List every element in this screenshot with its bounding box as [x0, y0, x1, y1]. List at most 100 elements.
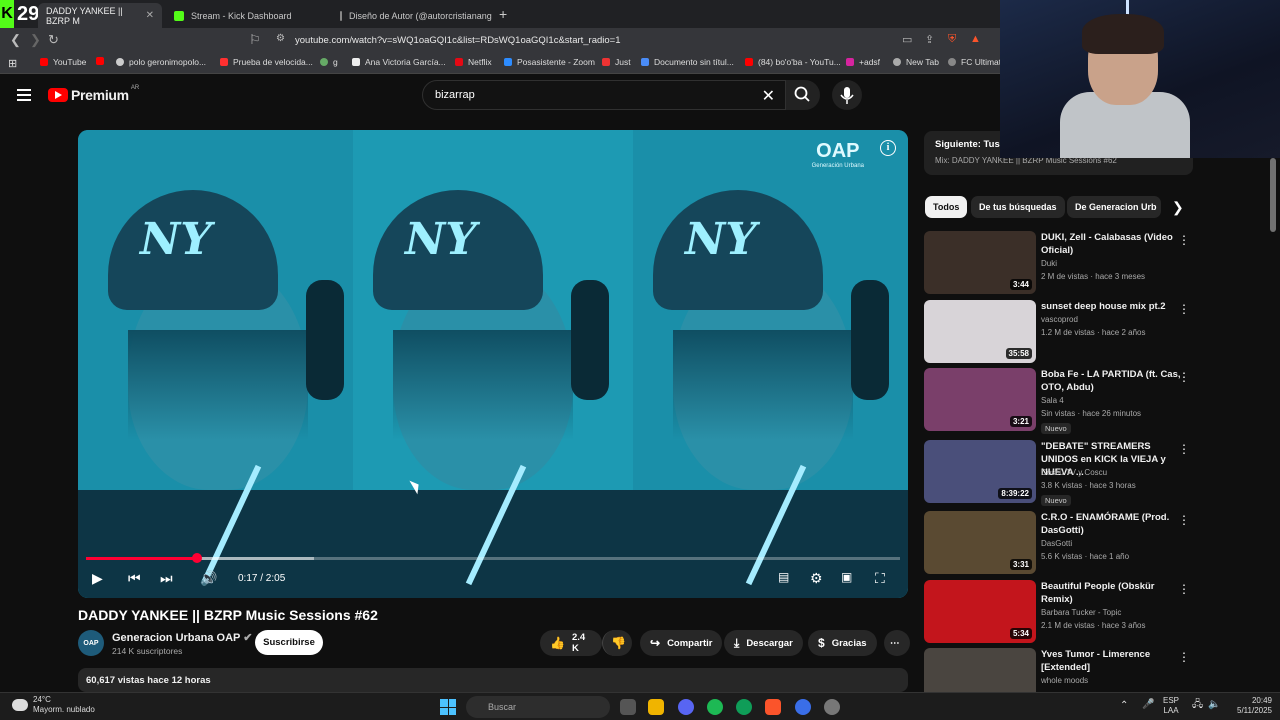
weather-widget[interactable]: 24°C Mayorm. nublado [12, 695, 95, 715]
url-field[interactable]: ⚙ youtube.com/watch?v=sWQ1oaGQI1c&list=R… [270, 30, 990, 50]
recommendation-channel[interactable]: Sala 4 [1041, 396, 1064, 405]
network-icon[interactable]: 🖧 [1192, 700, 1203, 710]
page-scrollbar[interactable] [1270, 158, 1276, 232]
recommendation-channel[interactable]: DasGotti [1041, 539, 1072, 548]
recommendation-item[interactable]: 8:39:22 "DEBATE" STREAMERS UNIDOS en KICK… [924, 440, 1194, 506]
bookmark-item[interactable]: g [320, 57, 338, 67]
bookmark-item[interactable] [96, 57, 115, 65]
recommendation-item[interactable]: 5:34 Beautiful People (Obskür Remix) Barba… [924, 580, 1194, 644]
bookmark-item[interactable]: Ana Victoria García... [352, 57, 446, 67]
clear-search-icon[interactable]: ✕ [762, 86, 775, 106]
file-explorer-icon[interactable] [648, 699, 664, 715]
forward-icon[interactable]: ❯ [30, 32, 41, 48]
chip-all[interactable]: Todos [925, 196, 968, 218]
cast-icon[interactable]: ▭ [902, 33, 912, 46]
video-thumbnail[interactable]: 5:34 [924, 580, 1036, 643]
tab-kick-dashboard[interactable]: Stream - Kick Dashboard [166, 3, 326, 28]
recommendation-channel[interactable]: Barbara Tucker - Topic [1041, 608, 1121, 617]
recommendation-title[interactable]: sunset deep house mix pt.2 [1041, 300, 1181, 313]
channel-avatar[interactable]: OAP [78, 630, 104, 656]
recommendation-channel[interactable]: Coscu TV y Coscu [1041, 468, 1107, 477]
language-indicator[interactable]: ESP LAA [1163, 696, 1179, 716]
channel-name[interactable]: Generacion Urbana OAP ✔ [112, 631, 252, 644]
more-options-icon[interactable]: ⋮ [1178, 370, 1190, 384]
voice-search-button[interactable] [832, 80, 862, 110]
site-settings-icon[interactable]: ⚙ [276, 33, 285, 44]
app-icon[interactable] [736, 699, 752, 715]
brave-browser-icon[interactable] [765, 699, 781, 715]
recommendation-title[interactable]: Boba Fe - LA PARTIDA (ft. Cas, OTO, Abdu… [1041, 368, 1181, 394]
more-options-icon[interactable]: ⋮ [1178, 582, 1190, 596]
discord-icon[interactable] [678, 699, 694, 715]
brave-rewards-icon[interactable]: ▲ [970, 33, 981, 45]
search-button[interactable] [786, 80, 820, 110]
volume-icon[interactable]: 🔊 [200, 570, 217, 587]
clock[interactable]: 20:49 5/11/2025 [1228, 696, 1272, 716]
like-button[interactable]: 👍 2.4 K [540, 630, 602, 656]
settings-icon[interactable]: ⚙ [810, 570, 823, 587]
more-options-icon[interactable]: ⋮ [1178, 650, 1190, 664]
tray-overflow-icon[interactable]: ⌃ [1120, 701, 1128, 711]
next-icon[interactable]: ⏭ [160, 570, 173, 587]
video-player[interactable]: NY NY NY OAP Generación Urbana i ▶ ⏮ ⏭ 🔊… [78, 130, 908, 598]
spotify-icon[interactable] [707, 699, 723, 715]
bookmark-icon[interactable]: ⚐ [249, 32, 261, 48]
recommendation-item[interactable]: 3:31 C.R.O - ENAMÓRAME (Prod. DasGotti) Da… [924, 511, 1194, 575]
recommendation-channel[interactable]: whole moods [1041, 676, 1088, 685]
reload-icon[interactable]: ↻ [48, 32, 59, 48]
download-button[interactable]: ⤓ Descargar [724, 630, 803, 656]
app-icon[interactable] [795, 699, 811, 715]
brave-shield-icon[interactable]: ⛨ [948, 33, 956, 46]
recommendation-title[interactable]: DUKI, Zell - Calabasas (Video Oficial) [1041, 231, 1181, 257]
recommendation-item[interactable]: 35:58 sunset deep house mix pt.2 vascoprod… [924, 300, 1194, 364]
video-thumbnail[interactable]: 8:39:22 [924, 440, 1036, 503]
more-actions-button[interactable]: ⋯ [884, 630, 910, 656]
share-button[interactable]: ↪ Compartir [640, 630, 723, 656]
video-thumbnail[interactable]: 3:31 [924, 511, 1036, 574]
app-icon[interactable] [824, 699, 840, 715]
progress-bar[interactable] [86, 553, 900, 563]
bookmark-item[interactable]: Just [602, 57, 631, 67]
hamburger-menu-icon[interactable] [17, 89, 31, 101]
bookmark-item[interactable]: Netflix [455, 57, 492, 67]
miniplayer-icon[interactable]: ▣ [841, 570, 852, 584]
chip-from-searches[interactable]: De tus búsquedas [971, 196, 1065, 218]
bookmark-item[interactable]: Prueba de velocida... [220, 57, 313, 67]
bookmark-item[interactable]: YouTube [40, 57, 86, 67]
bookmark-item[interactable]: polo geronimopolo... [116, 57, 206, 67]
video-thumbnail[interactable]: 3:44 [924, 231, 1036, 294]
bookmark-item[interactable]: (84) bo'o'ba - YouTu... [745, 57, 841, 67]
thanks-button[interactable]: $ Gracias [808, 630, 877, 656]
recommendation-title[interactable]: Beautiful People (Obskür Remix) [1041, 580, 1181, 606]
bookmark-item[interactable]: Documento sin títul... [641, 57, 734, 67]
windows-start-icon[interactable] [440, 699, 456, 715]
progress-scrubber[interactable] [191, 553, 202, 563]
more-options-icon[interactable]: ⋮ [1178, 513, 1190, 527]
taskbar-search[interactable]: Buscar [466, 696, 610, 718]
recommendation-title[interactable]: Yves Tumor - Limerence [Extended] [1041, 648, 1181, 674]
info-icon[interactable]: i [880, 140, 896, 156]
tab-youtube[interactable]: DADDY YANKEE || BZRP M ✕ [38, 3, 162, 28]
volume-tray-icon[interactable]: 🔈 [1208, 700, 1220, 710]
bookmark-item[interactable]: +adsf [846, 57, 880, 67]
more-options-icon[interactable]: ⋮ [1178, 442, 1190, 456]
recommendation-channel[interactable]: Duki [1041, 259, 1057, 268]
more-options-icon[interactable]: ⋮ [1178, 233, 1190, 247]
recommendation-title[interactable]: C.R.O - ENAMÓRAME (Prod. DasGotti) [1041, 511, 1181, 537]
video-thumbnail[interactable]: 3:21 [924, 368, 1036, 431]
new-tab-button[interactable]: + [499, 6, 507, 22]
recommendation-item[interactable]: 3:21 Boba Fe - LA PARTIDA (ft. Cas, OTO, … [924, 368, 1194, 434]
bookmark-item[interactable]: New Tab [893, 57, 939, 67]
play-icon[interactable]: ▶ [92, 570, 103, 587]
video-thumbnail[interactable]: 35:58 [924, 300, 1036, 363]
recommendation-channel[interactable]: vascoprod [1041, 315, 1078, 324]
bookmark-item[interactable]: Posasistente - Zoom [504, 57, 595, 67]
recommendation-item[interactable]: 3:44 DUKI, Zell - Calabasas (Video Oficia… [924, 231, 1194, 295]
tab-tiktok[interactable]: Diseño de Autor (@autorcristianange [332, 3, 492, 28]
dislike-button[interactable]: 👎 [602, 630, 632, 656]
youtube-logo[interactable]: Premium AR [48, 85, 139, 103]
search-input[interactable]: bizarrap ✕ [422, 80, 786, 110]
share-icon[interactable]: ⇪ [925, 33, 934, 46]
close-tab-icon[interactable]: ✕ [146, 10, 154, 21]
previous-icon[interactable]: ⏮ [128, 570, 141, 587]
